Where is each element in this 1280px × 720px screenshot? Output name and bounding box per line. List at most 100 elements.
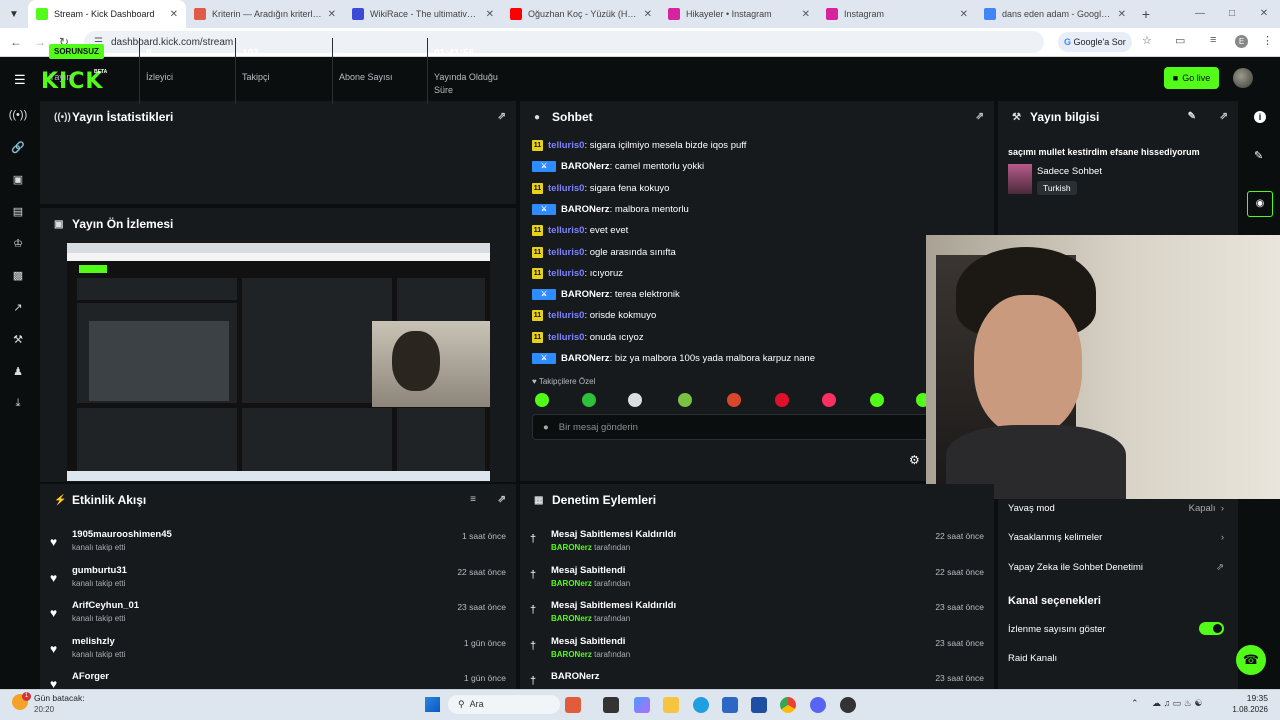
app-icon[interactable] [565,697,581,713]
copilot-icon[interactable] [634,697,650,713]
activity-username[interactable]: AForger [72,671,109,682]
taskbar-search[interactable]: ⚲ Ara [448,695,560,714]
browser-tab[interactable]: Kriterin — Aradığın kriterlere k ✕ [186,0,344,28]
emote-icon[interactable] [582,393,596,407]
browser-tab[interactable]: Instagram ✕ [818,0,976,28]
chat-popout-icon[interactable]: ⇗ [976,111,984,122]
activity-username[interactable]: melishzly [72,636,115,647]
chat-username[interactable]: telluris0 [548,247,584,258]
wrench-icon[interactable]: ⚒ [0,333,36,346]
analytics-icon[interactable]: ▤ [0,205,36,218]
store-icon[interactable] [722,697,738,713]
browser-tab[interactable]: dans eden adam - Google Sea ✕ [976,0,1134,28]
info-icon[interactable]: i [1254,111,1266,123]
new-tab-button[interactable]: + [1134,6,1158,22]
outlook-icon[interactable] [751,697,767,713]
activity-username[interactable]: ArifCeyhun_01 [72,600,139,611]
tab-close-icon[interactable]: ✕ [486,9,494,20]
emote-icon[interactable] [628,393,642,407]
chat-username[interactable]: telluris0 [548,183,584,194]
tab-close-icon[interactable]: ✕ [1118,9,1126,20]
window-icon[interactable]: ▣ [0,173,36,186]
close-window-button[interactable]: ✕ [1248,0,1280,28]
discord-icon[interactable] [810,697,826,713]
chat-username[interactable]: telluris0 [548,332,584,343]
raid-channel-row[interactable]: Raid Kanalı [1008,653,1224,664]
emoji-icon[interactable]: ● [543,422,549,433]
task-view-icon[interactable] [603,697,619,713]
browser-menu-icon[interactable]: ⋮ [1262,34,1273,47]
tab-close-icon[interactable]: ✕ [170,9,178,20]
moderator-name[interactable]: BARONerz [551,650,592,659]
show-viewers-toggle[interactable] [1199,622,1224,635]
windows-start-icon[interactable] [425,697,440,712]
go-live-button[interactable]: ■ Go live [1164,67,1219,89]
activity-username[interactable]: 1905maurooshimen45 [72,529,172,540]
reading-list-icon[interactable]: ≡ [1210,34,1216,46]
bookmark-star-icon[interactable]: ☆ [1142,34,1152,47]
download-icon[interactable]: ⤓ [0,397,36,410]
camera-toggle-icon[interactable]: ◉ [1247,191,1273,217]
google-sor-button[interactable]: G Google'a Sor [1058,32,1132,52]
activity-username[interactable]: gumburtu31 [72,565,127,576]
chat-username[interactable]: telluris0 [548,268,584,279]
chat-settings-gear-icon[interactable]: ⚙ [909,453,920,467]
extensions-icon[interactable]: ▭ [1175,34,1185,47]
chat-username[interactable]: BARONerz [561,353,610,364]
ai-moderation-row[interactable]: Yapay Zeka ile Sohbet Denetimi ⇗ [1008,562,1224,573]
edit-icon[interactable]: ✎ [1254,149,1263,162]
filter-icon[interactable]: ≡ [470,494,476,505]
chat-username[interactable]: BARONerz [561,204,610,215]
edit-pencil-icon[interactable]: ✎ [1188,111,1196,122]
tab-close-icon[interactable]: ✕ [802,9,810,20]
maximize-button[interactable]: □ [1216,0,1248,28]
stream-icon[interactable]: ((•)) [0,109,36,121]
tray-icons[interactable]: ☁ ♫ ▭ ♨ ☯ [1152,698,1202,709]
emote-icon[interactable] [822,393,836,407]
edge-icon[interactable] [693,697,709,713]
video-icon[interactable]: ▩ [0,269,36,282]
chart-icon[interactable]: ↗ [0,301,36,314]
stream-preview-video[interactable] [67,243,490,481]
browser-tab[interactable]: WikiRace - The ultimative Wiki ✕ [344,0,502,28]
user-avatar[interactable] [1233,68,1253,88]
tab-close-icon[interactable]: ✕ [328,9,336,20]
file-explorer-icon[interactable] [663,697,679,713]
hamburger-menu-icon[interactable]: ☰ [14,72,26,88]
clock-time[interactable]: 19:35 [1226,693,1268,703]
moderator-name[interactable]: BARONerz [551,579,592,588]
browser-tab[interactable]: Stream - Kick Dashboard ✕ [28,0,186,28]
slow-mode-row[interactable]: Yavaş mod Kapalı › [1008,503,1224,514]
clock-date[interactable]: 1.08.2026 [1210,705,1268,714]
link-icon[interactable]: 🔗 [0,141,36,154]
tab-close-icon[interactable]: ✕ [960,9,968,20]
tab-list-button[interactable]: ▼ [0,0,28,28]
chat-username[interactable]: telluris0 [548,140,584,151]
moderator-name[interactable]: BARONerz [551,543,592,552]
emote-icon[interactable] [535,393,549,407]
emote-icon[interactable] [775,393,789,407]
obs-icon[interactable] [840,697,856,713]
emote-icon[interactable] [727,393,741,407]
emote-icon[interactable] [870,393,884,407]
trophy-icon[interactable]: ♔ [0,237,36,250]
tray-chevron-icon[interactable]: ⌃ [1131,698,1139,709]
moderator-name[interactable]: BARONerz [551,614,592,623]
chat-username[interactable]: BARONerz [561,289,610,300]
users-icon[interactable]: ♟ [0,365,36,378]
minimize-button[interactable]: — [1184,0,1216,28]
back-icon[interactable]: ← [4,35,28,49]
browser-tab[interactable]: Hikayeler • Instagram ✕ [660,0,818,28]
tab-close-icon[interactable]: ✕ [644,9,652,20]
emote-icon[interactable] [678,393,692,407]
activity-popout-icon[interactable]: ⇗ [498,494,506,505]
profile-avatar[interactable]: E [1235,35,1248,48]
support-chat-icon[interactable]: ☎ [1236,645,1266,675]
popout-icon[interactable]: ⇗ [498,111,506,122]
chat-username[interactable]: telluris0 [548,225,584,236]
chat-username[interactable]: BARONerz [561,161,610,172]
browser-tab[interactable]: Oğuzhan Koç - Yüzük (HOODT ✕ [502,0,660,28]
category-name[interactable]: Sadece Sohbet [1037,166,1102,177]
banned-words-row[interactable]: Yasaklanmış kelimeler › [1008,532,1224,543]
info-popout-icon[interactable]: ⇗ [1220,111,1228,122]
